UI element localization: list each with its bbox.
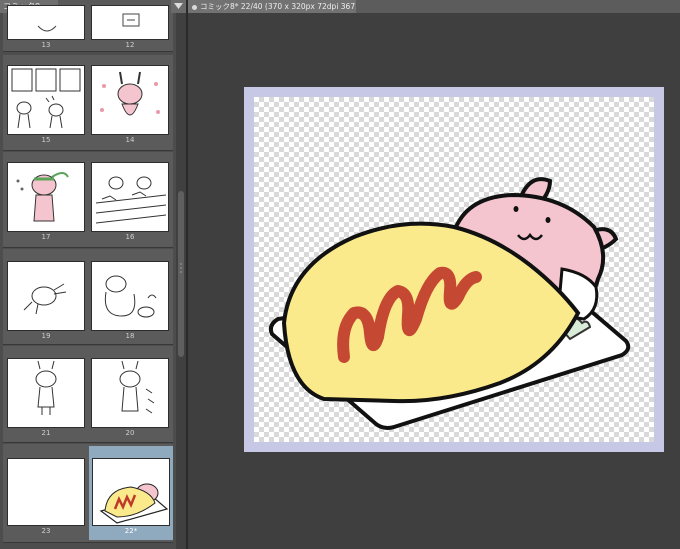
page-number: 18 <box>125 332 135 340</box>
page-thumbnail[interactable] <box>7 261 85 331</box>
page-thumbnail[interactable] <box>7 358 85 428</box>
page-number: 23 <box>41 527 51 535</box>
page-spread: 19 18 <box>3 249 173 345</box>
page-spread: 21 20 <box>3 346 173 443</box>
page-thumbnail[interactable] <box>91 261 169 331</box>
page-thumbnail[interactable] <box>91 65 169 135</box>
panel-menu-dropdown[interactable] <box>171 0 186 13</box>
document-tabbar: コミック8* 22/40 (370 x 320px 72dpi 367.1%) <box>188 0 680 13</box>
page-thumbnail[interactable] <box>91 5 169 40</box>
page-panel-scrollbar[interactable] <box>176 13 186 549</box>
page-thumbnail[interactable] <box>91 358 169 428</box>
page-number: 13 <box>41 41 51 49</box>
page-number: 20 <box>125 429 135 437</box>
scrollbar-thumb[interactable] <box>178 191 184 357</box>
page-thumbnail-selected[interactable] <box>92 458 170 526</box>
page-number: 15 <box>41 136 51 144</box>
page-number: 22* <box>124 527 138 535</box>
page-number: 19 <box>41 332 51 340</box>
artwork <box>268 177 631 430</box>
document-tab-label: コミック8* 22/40 (370 x 320px 72dpi 367.1%) <box>200 2 356 11</box>
page-thumbnail[interactable] <box>7 458 85 526</box>
page-thumbnail[interactable] <box>7 5 85 40</box>
document-tab[interactable]: コミック8* 22/40 (370 x 320px 72dpi 367.1%) <box>188 0 356 13</box>
page-number: 17 <box>41 233 51 241</box>
page-thumbnail[interactable] <box>91 162 169 232</box>
page-thumbnail[interactable] <box>7 65 85 135</box>
page-spread: 13 12 <box>3 5 173 52</box>
page-number: 21 <box>41 429 51 437</box>
close-icon[interactable] <box>192 4 197 10</box>
page-thumbnail[interactable] <box>7 162 85 232</box>
grip-icon[interactable] <box>178 262 184 274</box>
page-spread: 23 22* <box>3 444 173 543</box>
page-number: 16 <box>125 233 135 241</box>
page-spread: 17 16 <box>3 152 173 248</box>
page-number: 14 <box>125 136 135 144</box>
page-number: 12 <box>125 41 135 49</box>
page-manager-panel: コミック8 13 12 <box>0 0 186 549</box>
chevron-down-icon <box>174 3 183 9</box>
document-page[interactable] <box>244 87 664 452</box>
page-spread: 15 14 <box>3 55 173 151</box>
